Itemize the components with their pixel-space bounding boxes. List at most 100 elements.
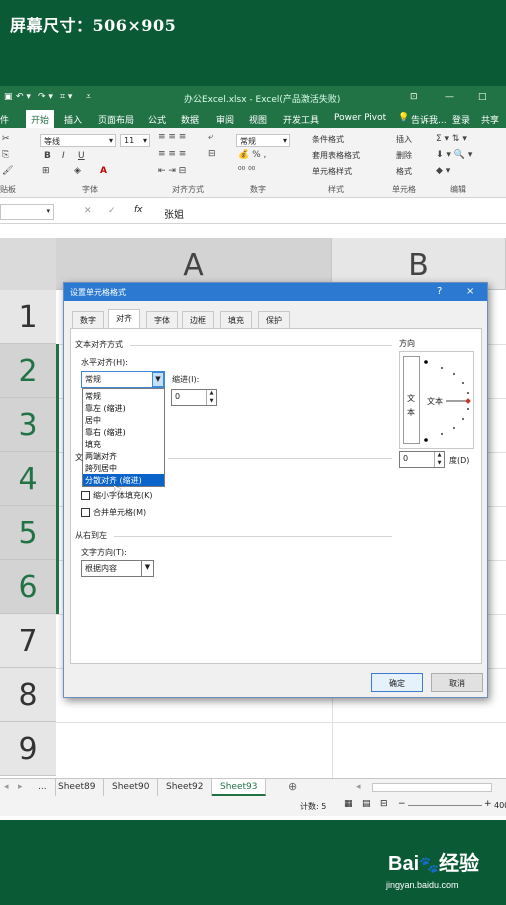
quick-access-icon[interactable]: ⌗ ▾: [60, 92, 72, 102]
dropdown-option-left[interactable]: 靠左 (缩进): [83, 402, 164, 414]
dropdown-option-right[interactable]: 靠右 (缩进): [83, 426, 164, 438]
cell-styles-button[interactable]: 单元格样式: [312, 166, 352, 177]
indent-spinner[interactable]: 0 ▲ ▼: [171, 389, 217, 406]
formula-input[interactable]: 张姐: [156, 201, 506, 223]
horizontal-align-combo[interactable]: 常规 ▼: [81, 371, 165, 388]
text-direction-combo[interactable]: 根据内容 ▼: [81, 560, 154, 577]
sheet-tab-sheet93[interactable]: Sheet93: [212, 779, 267, 796]
font-name-combo[interactable]: 等线 ▾: [40, 134, 116, 147]
tab-formulas[interactable]: 公式: [148, 113, 166, 126]
dialog-tab-fill[interactable]: 填充: [220, 311, 252, 328]
ribbon-display-icon[interactable]: ⊡: [410, 92, 418, 102]
merge-cells-checkbox[interactable]: [81, 508, 90, 517]
select-all-corner[interactable]: [0, 238, 56, 290]
spin-up-icon[interactable]: ▲: [206, 390, 216, 398]
zoom-in-icon[interactable]: +: [484, 799, 492, 809]
tab-developer[interactable]: 开发工具: [283, 113, 319, 126]
tab-review[interactable]: 审阅: [216, 113, 234, 126]
sheet-tab-sheet90[interactable]: Sheet90: [104, 779, 159, 796]
conditional-format-button[interactable]: 条件格式: [312, 134, 344, 145]
autosum-icon[interactable]: Σ ▾ ⇅ ▾: [436, 134, 467, 144]
dropdown-option-justify[interactable]: 两端对齐: [83, 450, 164, 462]
format-painter-icon[interactable]: 🖌: [2, 166, 13, 176]
cancel-entry-icon[interactable]: ✕: [84, 206, 92, 216]
dialog-tab-alignment[interactable]: 对齐: [108, 309, 140, 329]
dialog-tab-font[interactable]: 字体: [146, 311, 178, 328]
dropdown-option-general[interactable]: 常规: [83, 390, 164, 402]
horizontal-scrollbar[interactable]: [372, 783, 492, 792]
number-format-combo[interactable]: 常规 ▾: [236, 134, 290, 147]
name-box[interactable]: ▾: [0, 204, 54, 220]
fill-icon[interactable]: ⬇ ▾ 🔍 ▾: [436, 150, 472, 160]
row-header-5[interactable]: 5: [0, 506, 56, 560]
maximize-icon[interactable]: □: [478, 92, 487, 102]
tab-view[interactable]: 视图: [249, 113, 267, 126]
dropdown-option-fill[interactable]: 填充: [83, 438, 164, 450]
spin-up-icon[interactable]: ▲: [434, 452, 444, 460]
save-icon[interactable]: ▣: [4, 92, 13, 102]
vertical-text-button[interactable]: 文 本: [403, 356, 420, 444]
orientation-box[interactable]: 文 本 文本: [399, 351, 474, 449]
degree-spinner[interactable]: 0 ▲ ▼: [399, 451, 445, 468]
format-cells-button[interactable]: 格式: [396, 166, 412, 177]
row-header-9[interactable]: 9: [0, 722, 56, 776]
dialog-tab-border[interactable]: 边框: [182, 311, 214, 328]
font-size-combo[interactable]: 11 ▾: [120, 134, 150, 147]
dropdown-option-center-across[interactable]: 跨列居中: [83, 462, 164, 474]
italic-button[interactable]: I: [62, 151, 65, 161]
insert-cells-button[interactable]: 插入: [396, 134, 412, 145]
copy-icon[interactable]: ⎘: [2, 150, 9, 160]
align-center-icon[interactable]: ≡ ≡ ≡: [158, 149, 186, 159]
row-header-2[interactable]: 2: [0, 344, 56, 398]
share-button[interactable]: 共享: [481, 113, 499, 126]
currency-icon[interactable]: 💰 % ,: [238, 150, 266, 160]
confirm-entry-icon[interactable]: ✓: [108, 206, 116, 216]
shrink-to-fit-checkbox[interactable]: [81, 491, 90, 500]
border-icon[interactable]: ⊞: [42, 166, 50, 176]
font-color-icon[interactable]: A: [100, 166, 107, 176]
clear-icon[interactable]: ◆ ▾: [436, 166, 450, 176]
row-header-3[interactable]: 3: [0, 398, 56, 452]
wrap-text-icon[interactable]: ⤶: [208, 132, 213, 142]
dropdown-option-distributed[interactable]: 分散对齐 (缩进): [83, 474, 164, 486]
login-link[interactable]: 登录: [452, 113, 470, 126]
dialog-tab-protection[interactable]: 保护: [258, 311, 290, 328]
normal-view-icon[interactable]: ▦: [344, 799, 353, 809]
chevron-down-icon[interactable]: ▼: [141, 561, 153, 576]
minimize-icon[interactable]: —: [445, 92, 454, 102]
indent-icon[interactable]: ⇤ ⇥ ⊟: [158, 166, 186, 176]
add-sheet-icon[interactable]: ⊕: [288, 780, 297, 793]
row-header-1[interactable]: 1: [0, 290, 56, 344]
fill-color-icon[interactable]: ◈: [74, 166, 81, 176]
customize-qat-icon[interactable]: ⩡: [86, 92, 91, 102]
delete-cells-button[interactable]: 删除: [396, 150, 412, 161]
dialog-close-button[interactable]: ×: [466, 286, 474, 297]
sheet-tab-sheet92[interactable]: Sheet92: [158, 779, 213, 796]
spin-down-icon[interactable]: ▼: [434, 459, 444, 467]
spin-down-icon[interactable]: ▼: [206, 397, 216, 405]
tell-me-input[interactable]: 告诉我...: [411, 113, 447, 126]
tab-home[interactable]: 开始: [26, 110, 55, 128]
tab-page-layout[interactable]: 页面布局: [98, 113, 134, 126]
zoom-level[interactable]: 400: [494, 801, 506, 810]
align-top-icon[interactable]: ≡ ≡ ≡: [158, 132, 186, 142]
tab-data[interactable]: 数据: [181, 113, 199, 126]
zoom-slider[interactable]: [408, 805, 482, 806]
undo-icon[interactable]: ↶ ▾: [16, 92, 31, 102]
sheet-scroll-prev-icon[interactable]: ◂: [4, 782, 9, 792]
scroll-left-icon[interactable]: ◂: [356, 782, 361, 792]
tab-power-pivot[interactable]: Power Pivot: [334, 113, 386, 123]
dialog-tab-number[interactable]: 数字: [72, 311, 104, 328]
sheet-scroll-next-icon[interactable]: ▸: [18, 782, 23, 792]
row-header-8[interactable]: 8: [0, 668, 56, 722]
redo-icon[interactable]: ↷ ▾: [38, 92, 53, 102]
row-header-7[interactable]: 7: [0, 614, 56, 668]
ok-button[interactable]: 确定: [371, 673, 423, 692]
page-layout-view-icon[interactable]: ▤: [362, 799, 371, 809]
row-header-4[interactable]: 4: [0, 452, 56, 506]
page-break-view-icon[interactable]: ⊟: [380, 799, 388, 809]
format-as-table-button[interactable]: 套用表格格式: [312, 150, 360, 161]
bold-button[interactable]: B: [44, 151, 51, 161]
merge-center-icon[interactable]: ⊟: [208, 149, 216, 159]
dropdown-option-center[interactable]: 居中: [83, 414, 164, 426]
